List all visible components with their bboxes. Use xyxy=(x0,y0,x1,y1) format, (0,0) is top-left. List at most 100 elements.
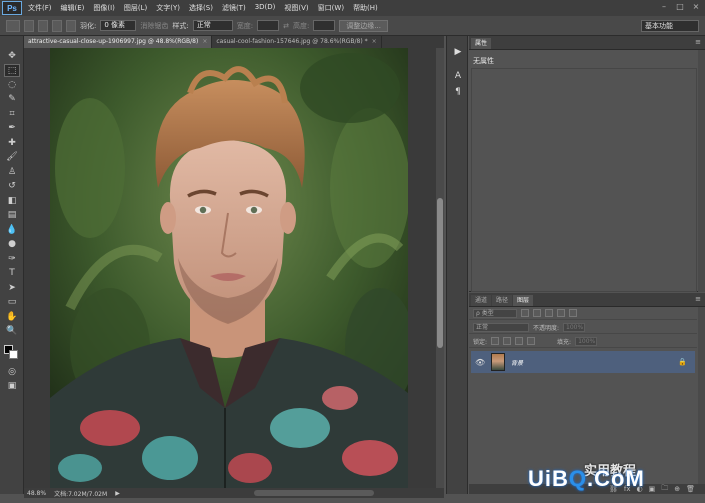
menu-window[interactable]: 窗口(W) xyxy=(318,3,344,13)
properties-scrollbar[interactable] xyxy=(698,50,705,292)
menu-layer[interactable]: 图层(L) xyxy=(124,3,147,13)
menu-filter[interactable]: 滤镜(T) xyxy=(222,3,246,13)
menu-bar: Ps 文件(F) 编辑(E) 图像(I) 图层(L) 文字(Y) 选择(S) 滤… xyxy=(0,0,705,16)
clone-stamp-tool-icon[interactable]: ♙ xyxy=(4,166,20,179)
filter-type-icon[interactable] xyxy=(545,309,553,317)
type-tool-icon[interactable]: T xyxy=(4,267,20,280)
menu-edit[interactable]: 编辑(E) xyxy=(61,3,85,13)
layer-row-background[interactable]: 👁 背景 🔒 xyxy=(471,351,695,373)
play-icon[interactable]: ▶ xyxy=(451,46,465,58)
intersect-selection-icon[interactable] xyxy=(66,19,76,32)
layers-scrollbar[interactable] xyxy=(698,307,705,494)
gradient-tool-icon[interactable]: ▤ xyxy=(4,209,20,222)
menu-3d[interactable]: 3D(D) xyxy=(255,3,276,13)
menu-file[interactable]: 文件(F) xyxy=(28,3,52,13)
subtract-selection-icon[interactable] xyxy=(52,19,62,32)
add-selection-icon[interactable] xyxy=(38,19,48,32)
close-icon[interactable]: × xyxy=(202,36,207,48)
canvas-vertical-scrollbar[interactable] xyxy=(436,48,444,488)
close-button[interactable]: × xyxy=(691,2,701,12)
quick-mask-icon[interactable]: ◎ xyxy=(4,366,20,379)
menu-help[interactable]: 帮助(H) xyxy=(353,3,378,13)
lock-label: 锁定: xyxy=(473,338,488,346)
hand-tool-icon[interactable]: ✋ xyxy=(4,311,20,324)
quick-select-tool-icon[interactable]: ✎ xyxy=(4,93,20,106)
menu-type[interactable]: 文字(Y) xyxy=(156,3,180,13)
menu-view[interactable]: 视图(V) xyxy=(284,3,308,13)
filter-shape-icon[interactable] xyxy=(557,309,565,317)
fill-input[interactable]: 100% xyxy=(575,336,598,346)
lock-position-icon[interactable] xyxy=(515,337,524,345)
character-panel-icon[interactable]: A xyxy=(451,70,465,82)
layers-panel-header: 通道 路径 图层 xyxy=(469,293,705,307)
width-input[interactable] xyxy=(257,20,280,31)
options-bar: 羽化: 0 像素 消除锯齿 样式: 正常 宽度: ⇄ 高度: 调整边缘... 基… xyxy=(0,16,705,36)
menu-image[interactable]: 图像(I) xyxy=(93,3,115,13)
filter-smart-object-icon[interactable] xyxy=(569,309,577,317)
blend-mode-select[interactable]: 正常 xyxy=(473,322,529,332)
opacity-input[interactable]: 100% xyxy=(563,322,586,332)
antialias-checkbox[interactable]: 消除锯齿 xyxy=(140,21,168,31)
width-label: 宽度: xyxy=(236,21,254,30)
marquee-tool-icon[interactable]: ⬚ xyxy=(4,64,20,77)
status-menu-arrow-icon[interactable]: ▶ xyxy=(115,490,120,497)
document-canvas[interactable] xyxy=(50,48,408,488)
maximize-button[interactable]: □ xyxy=(675,2,685,12)
tab-channels[interactable]: 通道 xyxy=(471,295,492,306)
brush-tool-icon[interactable]: 🖌 xyxy=(4,151,20,164)
filter-pixel-icon[interactable] xyxy=(521,309,529,317)
workspace-select[interactable]: 基本功能 xyxy=(641,20,699,32)
shape-tool-icon[interactable]: ▭ xyxy=(4,296,20,309)
tab-document-1[interactable]: attractive-casual-close-up-1906997.jpg @… xyxy=(24,36,213,48)
blur-tool-icon[interactable]: 💧 xyxy=(4,224,20,237)
zoom-tool-icon[interactable]: 🔍 xyxy=(4,325,20,338)
crop-tool-icon[interactable]: ⌗ xyxy=(4,108,20,121)
tab-layers[interactable]: 图层 xyxy=(513,295,534,306)
history-brush-tool-icon[interactable]: ↺ xyxy=(4,180,20,193)
pen-tool-icon[interactable]: ✑ xyxy=(4,253,20,266)
feather-label: 羽化: xyxy=(80,21,97,30)
dodge-tool-icon[interactable]: ● xyxy=(4,238,20,251)
tab-properties[interactable]: 属性 xyxy=(471,38,492,49)
eyedropper-tool-icon[interactable]: ✒ xyxy=(4,122,20,135)
site-watermark: 实用教程 UiBQ.CoM xyxy=(528,462,698,498)
swap-icon[interactable]: ⇄ xyxy=(283,22,289,30)
lock-icon: 🔒 xyxy=(678,358,687,366)
new-selection-icon[interactable] xyxy=(24,19,34,32)
screen-mode-icon[interactable]: ▣ xyxy=(4,380,20,393)
healing-brush-tool-icon[interactable]: ✚ xyxy=(4,137,20,150)
refine-edge-button[interactable]: 调整边缘... xyxy=(339,19,388,32)
lock-transparent-icon[interactable] xyxy=(491,337,500,345)
feather-input[interactable]: 0 像素 xyxy=(100,20,137,31)
panel-menu-icon[interactable]: ≡ xyxy=(695,295,701,303)
height-input[interactable] xyxy=(313,20,336,31)
lasso-tool-icon[interactable]: ◌ xyxy=(4,79,20,92)
marquee-preset-icon[interactable] xyxy=(6,19,20,32)
filter-adjustment-icon[interactable] xyxy=(533,309,541,317)
watermark-logo: UiBQ.CoM xyxy=(528,466,645,492)
style-select[interactable]: 正常 xyxy=(192,20,233,31)
close-icon[interactable]: × xyxy=(372,36,377,48)
eraser-tool-icon[interactable]: ◧ xyxy=(4,195,20,208)
scrollbar-thumb[interactable] xyxy=(437,198,443,348)
move-tool-icon[interactable]: ✥ xyxy=(4,50,20,63)
eye-icon[interactable]: 👁 xyxy=(475,358,485,367)
panel-menu-icon[interactable]: ≡ xyxy=(695,38,701,46)
lock-pixels-icon[interactable] xyxy=(503,337,512,345)
path-select-tool-icon[interactable]: ➤ xyxy=(4,282,20,295)
layer-filter-select[interactable]: ρ 类型 xyxy=(473,308,517,318)
zoom-level[interactable]: 48.8% xyxy=(27,490,46,497)
layer-name[interactable]: 背景 xyxy=(511,358,523,367)
layer-filter-row: ρ 类型 xyxy=(469,307,697,320)
background-color-swatch[interactable] xyxy=(9,350,18,359)
minimize-button[interactable]: – xyxy=(659,2,669,12)
menu-select[interactable]: 选择(S) xyxy=(189,3,213,13)
tab-document-1-label: attractive-casual-close-up-1906997.jpg @… xyxy=(28,38,199,45)
paragraph-panel-icon[interactable]: ¶ xyxy=(451,86,465,98)
canvas-horizontal-scrollbar[interactable] xyxy=(254,490,374,496)
tab-paths[interactable]: 路径 xyxy=(492,295,513,306)
canvas-area[interactable] xyxy=(24,48,436,488)
lock-all-icon[interactable] xyxy=(527,337,536,345)
tab-document-2[interactable]: casual-cool-fashion-157646.jpg @ 78.6%(R… xyxy=(212,36,382,48)
blend-row: 正常 不透明度: 100% xyxy=(469,321,697,334)
